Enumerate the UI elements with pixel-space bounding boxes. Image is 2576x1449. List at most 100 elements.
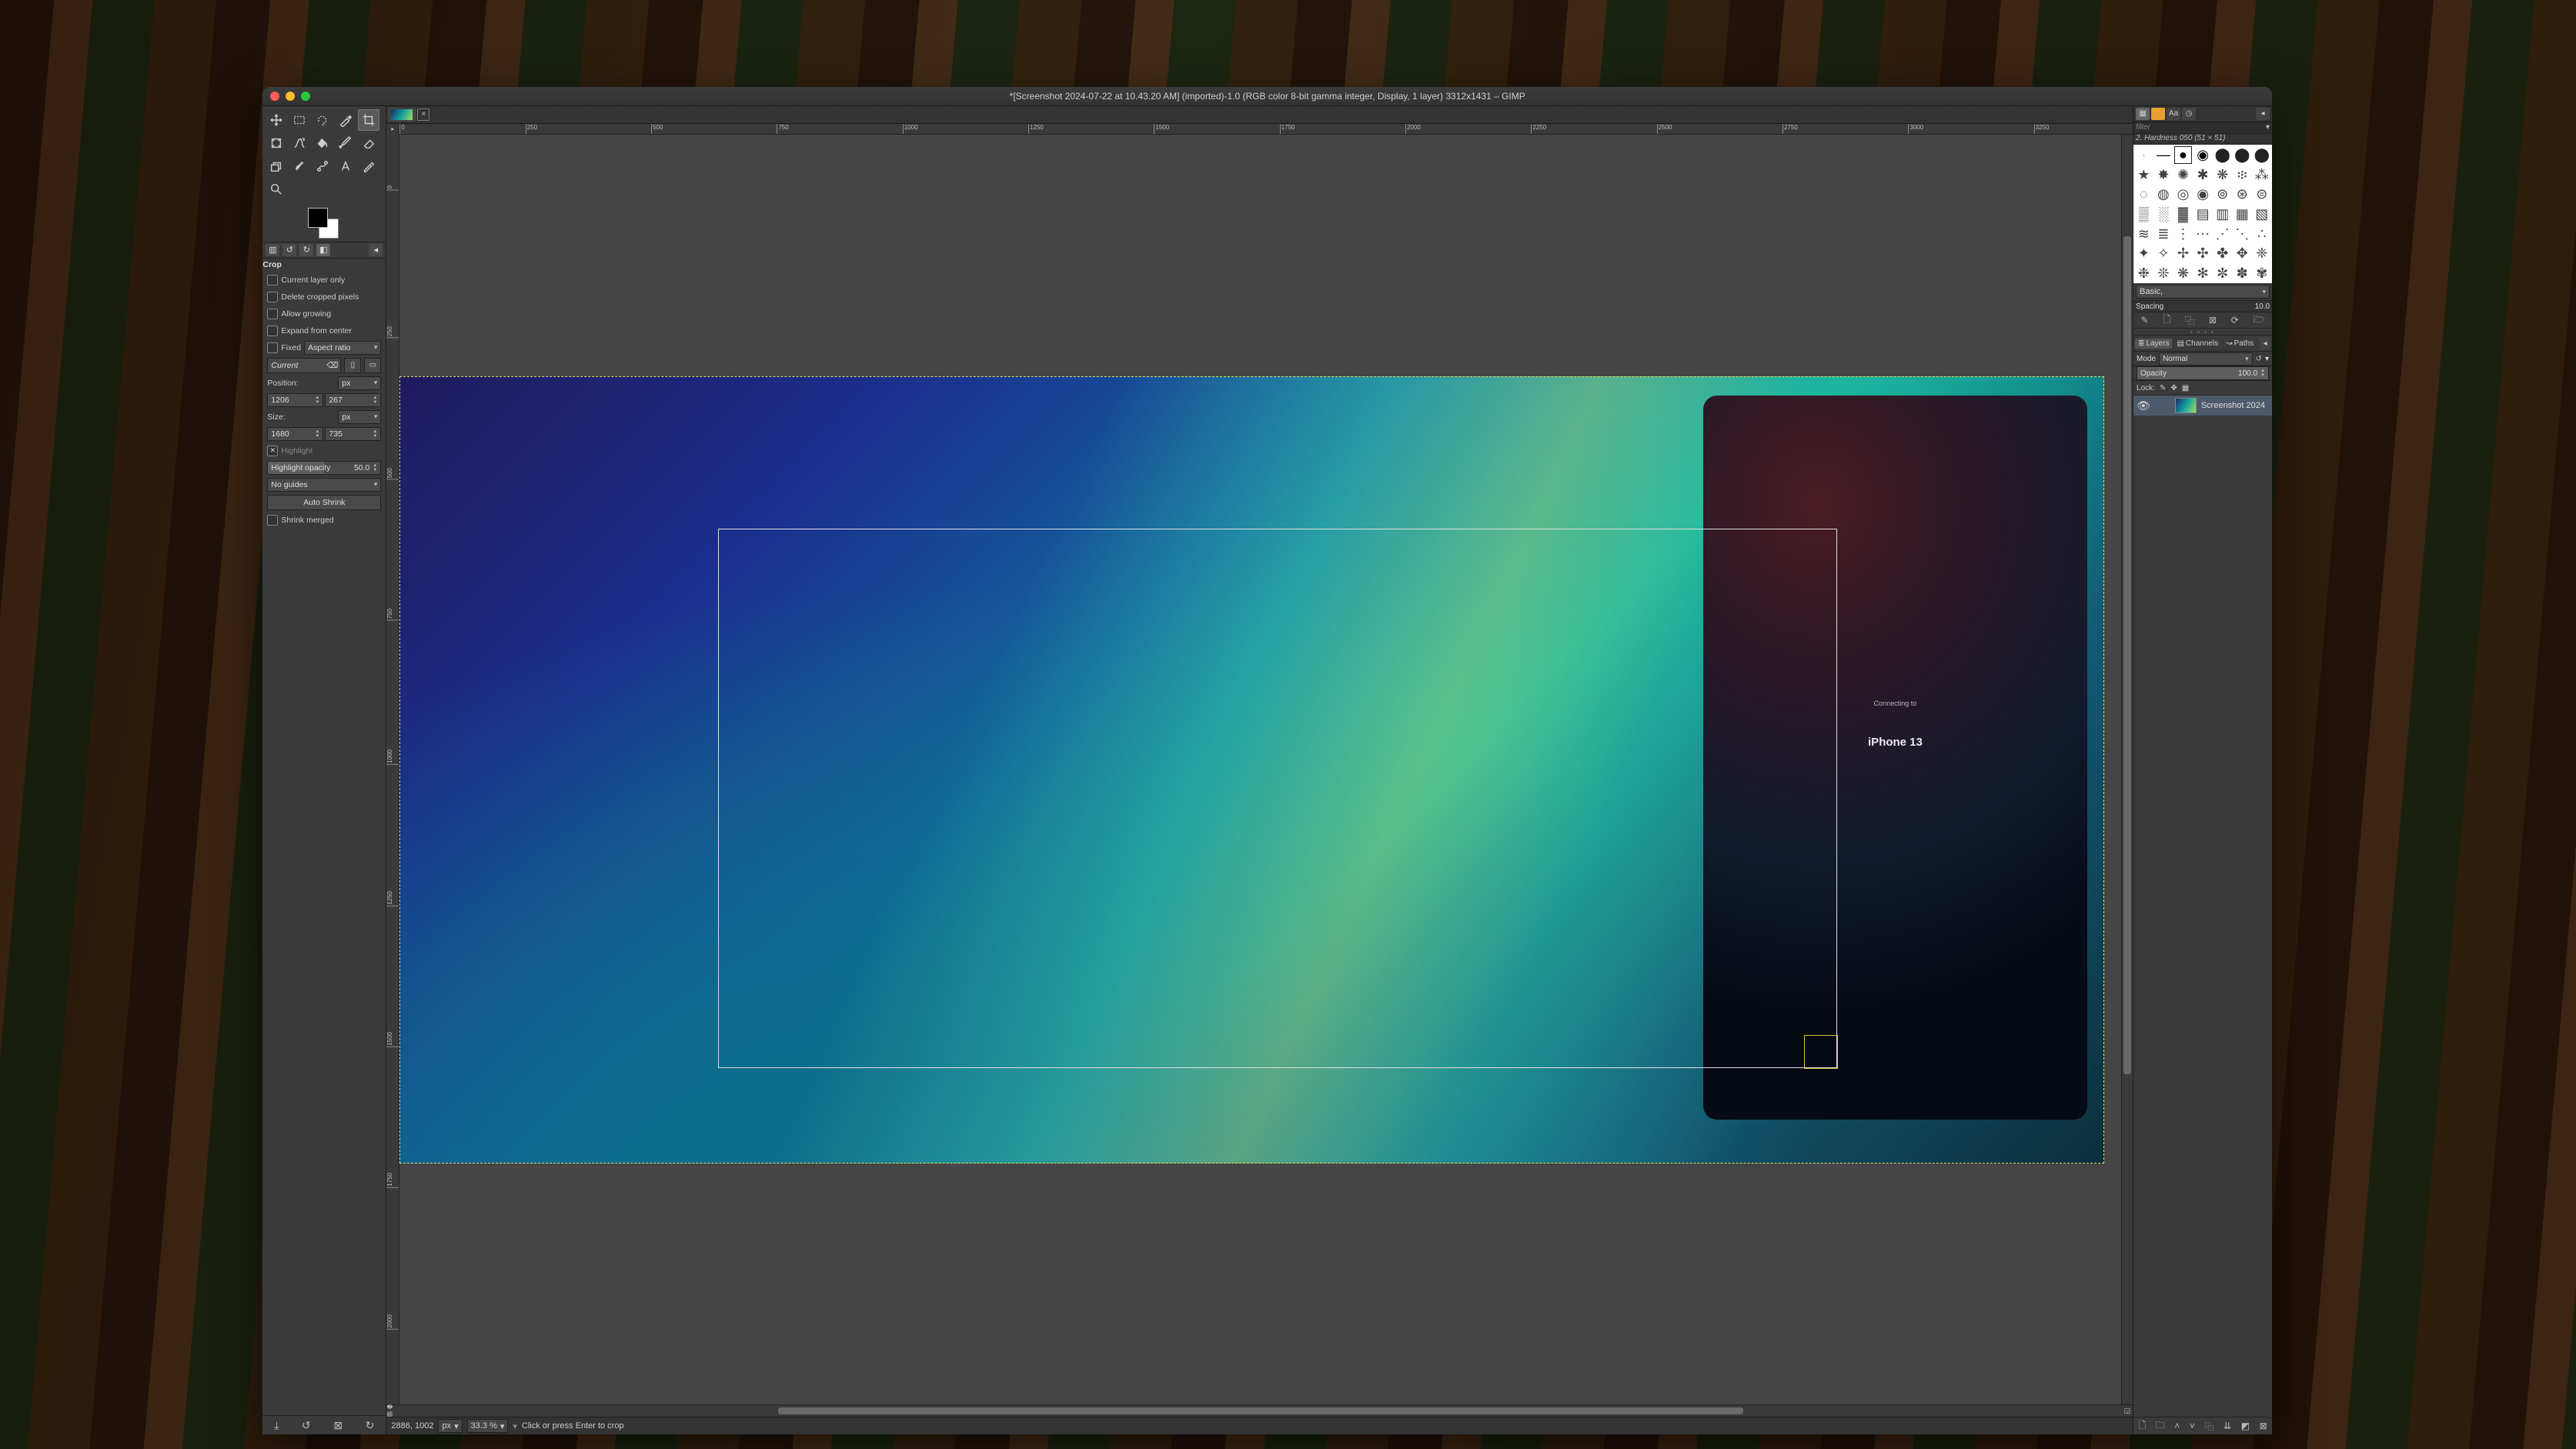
brush-cell[interactable]: ✺ [2173, 165, 2193, 185]
channels-tab[interactable]: ▤Channels [2173, 339, 2221, 349]
brush-cell[interactable]: ▧ [2253, 205, 2272, 224]
zoom-dropdown[interactable]: 33.3 %▾ [467, 1419, 509, 1433]
duplicate-layer-icon[interactable]: ⿻ [2204, 1420, 2213, 1433]
color-picker-tool[interactable] [358, 155, 379, 177]
save-tool-preset-icon[interactable]: ⤓ [274, 1419, 279, 1432]
brush-cell[interactable]: ❈ [2253, 244, 2272, 263]
dock-separator[interactable]: • • • • [2133, 329, 2272, 336]
edit-brush-icon[interactable]: ✎ [2140, 315, 2148, 326]
undo-history-tab-icon[interactable]: ↻ [299, 244, 313, 256]
shrink-merged-checkbox[interactable] [267, 515, 278, 526]
size-h-input[interactable]: 735▲▼ [325, 427, 381, 441]
brush-cell[interactable]: ⋱ [2233, 224, 2252, 243]
brush-cell[interactable]: ★ [2134, 165, 2153, 185]
brush-preset-dropdown[interactable]: Basic,▾ [2136, 285, 2270, 299]
horizontal-scrollbar[interactable] [399, 1404, 2122, 1417]
crop-handle-se[interactable] [1804, 1035, 1838, 1069]
brush-cell[interactable]: ⁂ [2253, 165, 2272, 185]
brush-cell[interactable]: ✣ [2193, 244, 2213, 263]
free-select-tool[interactable] [312, 109, 333, 131]
paintbrush-tool[interactable] [335, 132, 356, 154]
size-w-input[interactable]: 1680▲▼ [267, 427, 323, 441]
lock-pixels-icon[interactable]: ✎ [2160, 384, 2166, 392]
zoom-window-button[interactable] [301, 92, 310, 101]
guides-dropdown[interactable]: No guides▾ [267, 478, 381, 492]
brush-cell[interactable]: ⊛ [2233, 185, 2252, 204]
navigation-button[interactable]: ◲ [2122, 1404, 2133, 1417]
canvas[interactable]: Connecting to iPhone 13 [399, 135, 2121, 1404]
layers-tab[interactable]: ≣Layers [2135, 339, 2172, 349]
brush-cell[interactable]: ⬤ [2253, 145, 2272, 165]
portrait-orientation-button[interactable]: ▯ [344, 358, 361, 373]
close-window-button[interactable] [270, 92, 279, 101]
fuzzy-select-tool[interactable] [335, 109, 356, 131]
paths-tool[interactable] [312, 155, 333, 177]
lock-position-icon[interactable]: ✥ [2170, 384, 2177, 392]
new-brush-icon[interactable]: 🗋 [2163, 312, 2170, 329]
title-bar[interactable]: *[Screenshot 2024-07-22 at 10.43.20 AM] … [262, 87, 2272, 106]
quickmask-toggle[interactable]: �績 [386, 1404, 399, 1417]
brush-cell[interactable]: ✢ [2173, 244, 2193, 263]
size-unit-dropdown[interactable]: px▾ [338, 410, 381, 424]
lower-tab-menu-icon[interactable]: ◂ [2260, 337, 2270, 349]
tab-menu-icon[interactable]: ◂ [369, 244, 383, 256]
image-tab-close-button[interactable]: × [417, 109, 429, 121]
layer-name[interactable]: Screenshot 2024 [2201, 401, 2265, 410]
brush-cell[interactable]: · [2134, 145, 2153, 165]
brush-cell[interactable]: ⬤ [2233, 145, 2252, 165]
brush-cell[interactable]: ≋ [2134, 224, 2153, 243]
brush-cell[interactable]: ✽ [2233, 263, 2252, 282]
images-tab-icon[interactable]: ◧ [316, 244, 330, 256]
expand-from-center-checkbox[interactable] [267, 326, 278, 336]
brush-cell[interactable]: ፨ [2233, 165, 2252, 185]
auto-shrink-button[interactable]: Auto Shrink [267, 495, 381, 510]
clone-tool[interactable] [266, 155, 287, 177]
layer-opacity-slider[interactable]: Opacity 100.0 ▲▼ [2137, 366, 2269, 380]
duplicate-brush-icon[interactable]: ⿻ [2185, 314, 2194, 327]
brush-cell[interactable]: ▤ [2193, 205, 2213, 224]
brush-cell[interactable]: ✦ [2134, 244, 2153, 263]
brush-cell[interactable]: ❋ [2213, 165, 2232, 185]
brush-cell[interactable]: ✻ [2193, 263, 2213, 282]
rect-select-tool[interactable] [289, 109, 310, 131]
document-history-tab-icon[interactable]: ◷ [2182, 108, 2196, 120]
layer-visibility-icon[interactable]: 👁 [2137, 399, 2150, 412]
fonts-tab-icon[interactable]: Aa [2167, 108, 2180, 120]
move-tool[interactable] [266, 109, 287, 131]
brush-cell[interactable]: ▓ [2173, 205, 2193, 224]
brushes-tab-icon[interactable]: ▦ [2136, 108, 2150, 120]
raise-layer-icon[interactable]: ˄ [2174, 1421, 2180, 1431]
crop-frame[interactable] [718, 529, 1837, 1068]
brush-cell[interactable]: ✥ [2233, 244, 2252, 263]
new-layer-icon[interactable]: 🗋 [2138, 1418, 2146, 1434]
landscape-orientation-button[interactable]: ▭ [364, 358, 381, 373]
patterns-tab-icon[interactable] [2151, 108, 2165, 120]
paths-tab[interactable]: ↝Paths [2223, 339, 2257, 349]
brush-cell[interactable]: ✸ [2154, 165, 2173, 185]
brush-filter-input[interactable]: filter▾ [2133, 122, 2272, 134]
bucket-fill-tool[interactable] [312, 132, 333, 154]
brush-cell[interactable]: ✾ [2253, 263, 2272, 282]
unified-transform-tool[interactable] [266, 132, 287, 154]
ruler-origin[interactable]: ▸ [386, 124, 399, 135]
brush-cell[interactable]: ◉ [2193, 185, 2213, 204]
lock-alpha-icon[interactable]: ▦ [2182, 384, 2189, 392]
right-tab-menu-icon[interactable]: ◂ [2256, 108, 2270, 120]
brush-cell[interactable]: ◉ [2193, 145, 2213, 165]
delete-layer-icon[interactable]: ⊠ [2260, 1421, 2267, 1431]
fixed-mode-dropdown[interactable]: Aspect ratio▾ [304, 341, 381, 355]
warp-tool[interactable] [289, 132, 310, 154]
brush-cell[interactable]: ∴ [2253, 224, 2272, 243]
restore-tool-preset-icon[interactable]: ↺ [302, 1419, 311, 1432]
brush-cell[interactable]: ❋ [2173, 263, 2193, 282]
minimize-window-button[interactable] [286, 92, 295, 101]
mask-layer-icon[interactable]: ◩ [2241, 1421, 2250, 1431]
horizontal-ruler[interactable]: 0250500750100012501500175020002250250027… [399, 124, 2122, 135]
foreground-color-swatch[interactable] [308, 208, 328, 228]
brush-cell[interactable]: ▒ [2134, 205, 2153, 224]
zoom-tool[interactable] [266, 179, 287, 200]
allow-growing-checkbox[interactable] [267, 309, 278, 319]
brush-cell[interactable]: ◎ [2173, 185, 2193, 204]
brush-cell[interactable]: ❉ [2134, 263, 2153, 282]
new-layer-group-icon[interactable]: 🗀 [2156, 1418, 2165, 1434]
